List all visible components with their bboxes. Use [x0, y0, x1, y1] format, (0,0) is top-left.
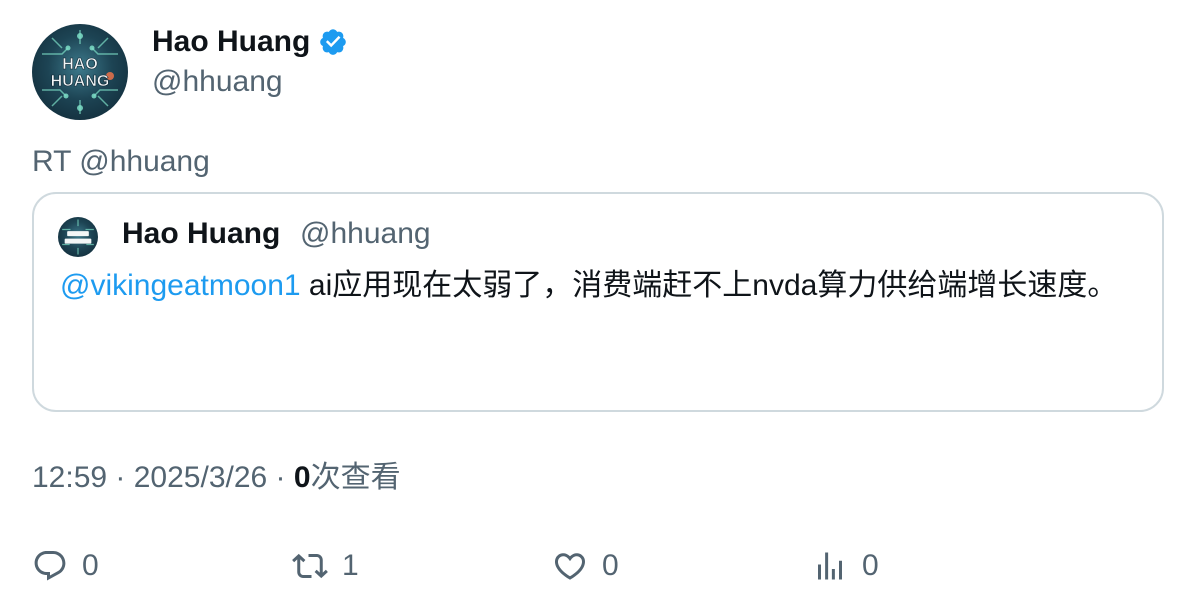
meta-separator-2: ·	[267, 461, 294, 494]
like-count: 0	[602, 549, 619, 582]
avatar-text-bottom: HUANG	[51, 73, 110, 90]
quoted-tweet[interactable]: Hao Huang @hhuang @vikingeatmoon1 ai应用现在…	[32, 192, 1164, 412]
tweet-meta: 12:59 · 2025/3/26 · 0次查看	[32, 460, 401, 496]
reply-icon	[32, 548, 68, 584]
quoted-display-name[interactable]: Hao Huang	[122, 216, 280, 252]
like-button[interactable]: 0	[552, 548, 619, 584]
retweet-button[interactable]: 1	[292, 548, 359, 584]
quoted-avatar[interactable]	[58, 217, 98, 257]
author-display-name[interactable]: Hao Huang	[152, 24, 310, 60]
retweet-count: 1	[342, 549, 359, 582]
views-button[interactable]: 0	[812, 548, 879, 584]
tweet-time[interactable]: 12:59	[32, 461, 107, 494]
avatar-text-top: HAO	[62, 56, 98, 73]
quoted-text-content: ai应用现在太弱了，消费端赶不上nvda算力供给端增长速度。	[300, 269, 1118, 302]
reply-count: 0	[82, 549, 99, 582]
quoted-text: @vikingeatmoon1 ai应用现在太弱了，消费端赶不上nvda算力供给…	[60, 266, 1140, 306]
avatar[interactable]: HAO HUANG	[32, 24, 128, 120]
tweet-text: RT @hhuang	[32, 145, 210, 178]
quoted-handle[interactable]: @hhuang	[300, 216, 431, 252]
analytics-icon	[812, 548, 848, 584]
author-name-row[interactable]: Hao Huang	[152, 24, 348, 60]
author-handle[interactable]: @hhuang	[152, 64, 283, 100]
quoted-avatar-image	[62, 219, 94, 255]
heart-icon	[552, 548, 588, 584]
views-count: 0	[293, 461, 311, 494]
retweet-icon	[292, 548, 328, 584]
avatar-image: HAO HUANG	[42, 30, 118, 114]
reply-button[interactable]: 0	[32, 548, 99, 584]
meta-separator: ·	[107, 461, 134, 494]
verified-badge-icon	[318, 27, 348, 57]
views-action-count: 0	[862, 549, 879, 582]
tweet-date[interactable]: 2025/3/26	[134, 461, 267, 494]
tweet-card: HAO HUANG Hao Huang @hhuang RT @hhuang H…	[0, 0, 1196, 612]
views-label: 次查看	[310, 461, 401, 494]
mention-link[interactable]: @vikingeatmoon1	[60, 269, 301, 302]
